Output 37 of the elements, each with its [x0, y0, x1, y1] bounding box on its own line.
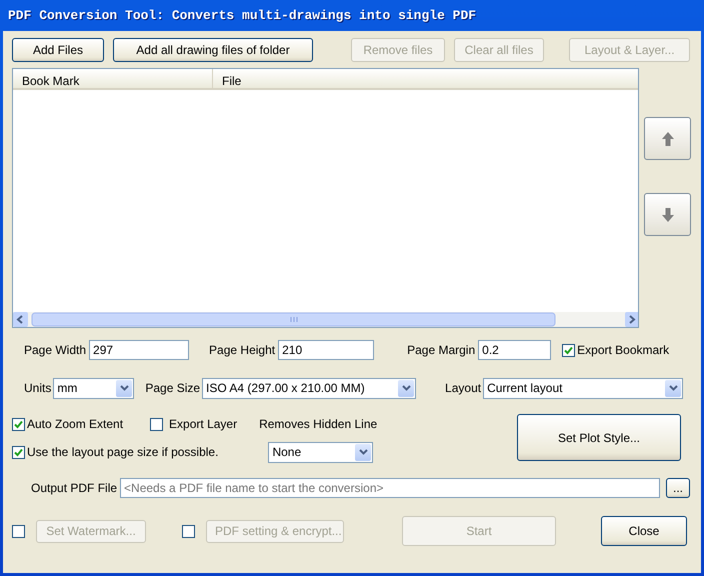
- field-label: Page Margin: [407, 342, 476, 359]
- field-label: Page Width: [24, 342, 86, 359]
- checkbox[interactable]: [150, 418, 164, 430]
- scrollbar[interactable]: [13, 312, 638, 327]
- browse-button[interactable]: ...: [666, 478, 690, 498]
- move-up-button[interactable]: [644, 117, 691, 160]
- field-label: Page Size: [145, 380, 200, 397]
- checkbox[interactable]: [562, 344, 576, 356]
- dropdown[interactable]: ISO A4 (297.00 x 210.00 MM): [202, 378, 416, 398]
- field-label: Output PDF File: [31, 480, 118, 497]
- field-label: Page Height: [209, 342, 276, 359]
- text-field[interactable]: 297: [89, 340, 190, 360]
- dropdown[interactable]: Current layout: [483, 378, 684, 398]
- text-field[interactable]: 0.2: [478, 340, 552, 360]
- column-header[interactable]: File: [213, 69, 250, 88]
- close-button[interactable]: Close: [601, 516, 687, 546]
- toolbar-button[interactable]: Add Files: [12, 38, 104, 62]
- field-label: Units: [24, 380, 52, 397]
- toolbar-button[interactable]: Add all drawing files of folder: [113, 38, 313, 62]
- checkbox-label: Use the layout page size if possible.: [27, 444, 218, 461]
- move-down-button[interactable]: [644, 193, 691, 236]
- arrow-up-icon: [662, 132, 674, 146]
- arrow-down-icon: [662, 208, 674, 222]
- checkbox-label: Export Layer: [169, 416, 238, 433]
- dropdown[interactable]: None: [268, 442, 374, 462]
- file-path-field[interactable]: <Needs a PDF file name to start the conversion>: [120, 478, 660, 498]
- column-header[interactable]: Book Mark: [13, 69, 213, 88]
- dropdown[interactable]: mm: [53, 378, 134, 398]
- set-plot-style-button[interactable]: Set Plot Style...: [517, 414, 681, 461]
- field-label: Layout: [445, 380, 482, 397]
- section-label: Removes Hidden Line: [259, 416, 378, 433]
- checkbox[interactable]: [12, 418, 25, 430]
- text-field[interactable]: 210: [278, 340, 374, 360]
- checkbox-label: Export Bookmark: [577, 342, 670, 359]
- checkbox[interactable]: [12, 446, 25, 458]
- checkbox-label: Auto Zoom Extent: [27, 416, 124, 433]
- window-title: PDF Conversion Tool: Converts multi-drawings into single PDF: [8, 6, 476, 25]
